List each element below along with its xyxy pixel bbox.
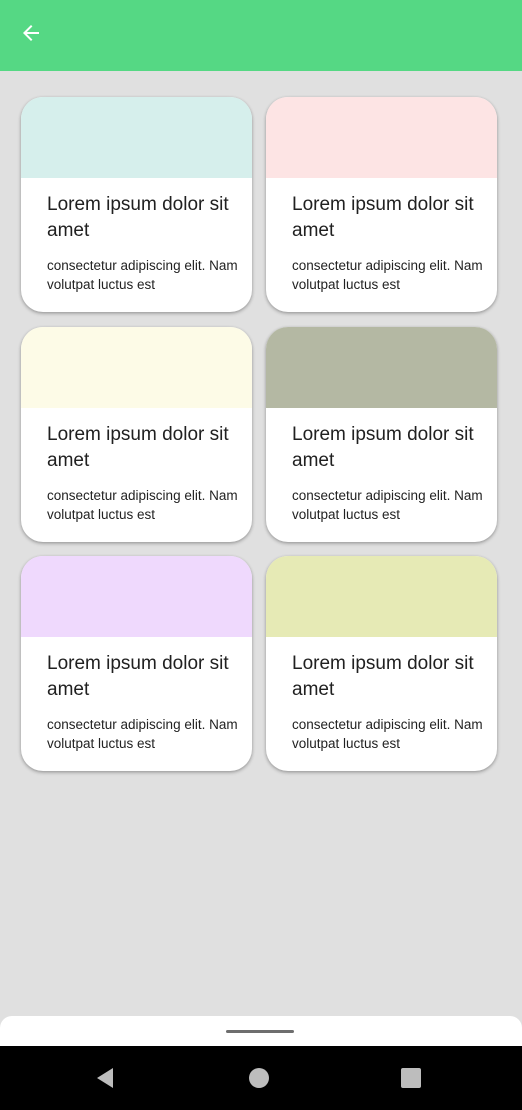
nav-back-button[interactable]: [89, 1062, 121, 1094]
card-description: consectetur adipiscing elit. Nam volutpa…: [47, 258, 238, 292]
card-description: consectetur adipiscing elit. Nam volutpa…: [292, 488, 483, 522]
card-title: Lorem ipsum dolor sit amet: [47, 424, 229, 471]
card-color-swatch: [21, 97, 252, 178]
card-description: consectetur adipiscing elit. Nam volutpa…: [292, 717, 483, 751]
card-color-swatch: [21, 556, 252, 637]
card-grid: Lorem ipsum dolor sit amet consectetur a…: [0, 0, 522, 1110]
color-card[interactable]: Lorem ipsum dolor sit amet consectetur a…: [21, 97, 252, 312]
card-description: consectetur adipiscing elit. Nam volutpa…: [47, 488, 238, 522]
system-navigation-bar: [0, 1046, 522, 1110]
nav-back-icon: [97, 1068, 113, 1088]
card-title: Lorem ipsum dolor sit amet: [292, 194, 474, 241]
card-description: consectetur adipiscing elit. Nam volutpa…: [292, 258, 483, 292]
nav-home-button[interactable]: [243, 1062, 275, 1094]
color-card[interactable]: Lorem ipsum dolor sit amet consectetur a…: [266, 97, 497, 312]
card-color-swatch: [266, 556, 497, 637]
nav-home-icon: [249, 1068, 269, 1088]
color-card[interactable]: Lorem ipsum dolor sit amet consectetur a…: [266, 327, 497, 542]
card-color-swatch: [266, 327, 497, 408]
drag-handle[interactable]: [226, 1030, 294, 1033]
color-card[interactable]: Lorem ipsum dolor sit amet consectetur a…: [266, 556, 497, 771]
card-title: Lorem ipsum dolor sit amet: [292, 653, 474, 700]
card-color-swatch: [21, 327, 252, 408]
card-title: Lorem ipsum dolor sit amet: [47, 194, 229, 241]
nav-recents-icon: [401, 1068, 421, 1088]
color-card[interactable]: Lorem ipsum dolor sit amet consectetur a…: [21, 556, 252, 771]
card-title: Lorem ipsum dolor sit amet: [47, 653, 229, 700]
card-description: consectetur adipiscing elit. Nam volutpa…: [47, 717, 238, 751]
color-card[interactable]: Lorem ipsum dolor sit amet consectetur a…: [21, 327, 252, 542]
card-color-swatch: [266, 97, 497, 178]
nav-recents-button[interactable]: [395, 1062, 427, 1094]
bottom-sheet[interactable]: [0, 1016, 522, 1050]
card-title: Lorem ipsum dolor sit amet: [292, 424, 474, 471]
